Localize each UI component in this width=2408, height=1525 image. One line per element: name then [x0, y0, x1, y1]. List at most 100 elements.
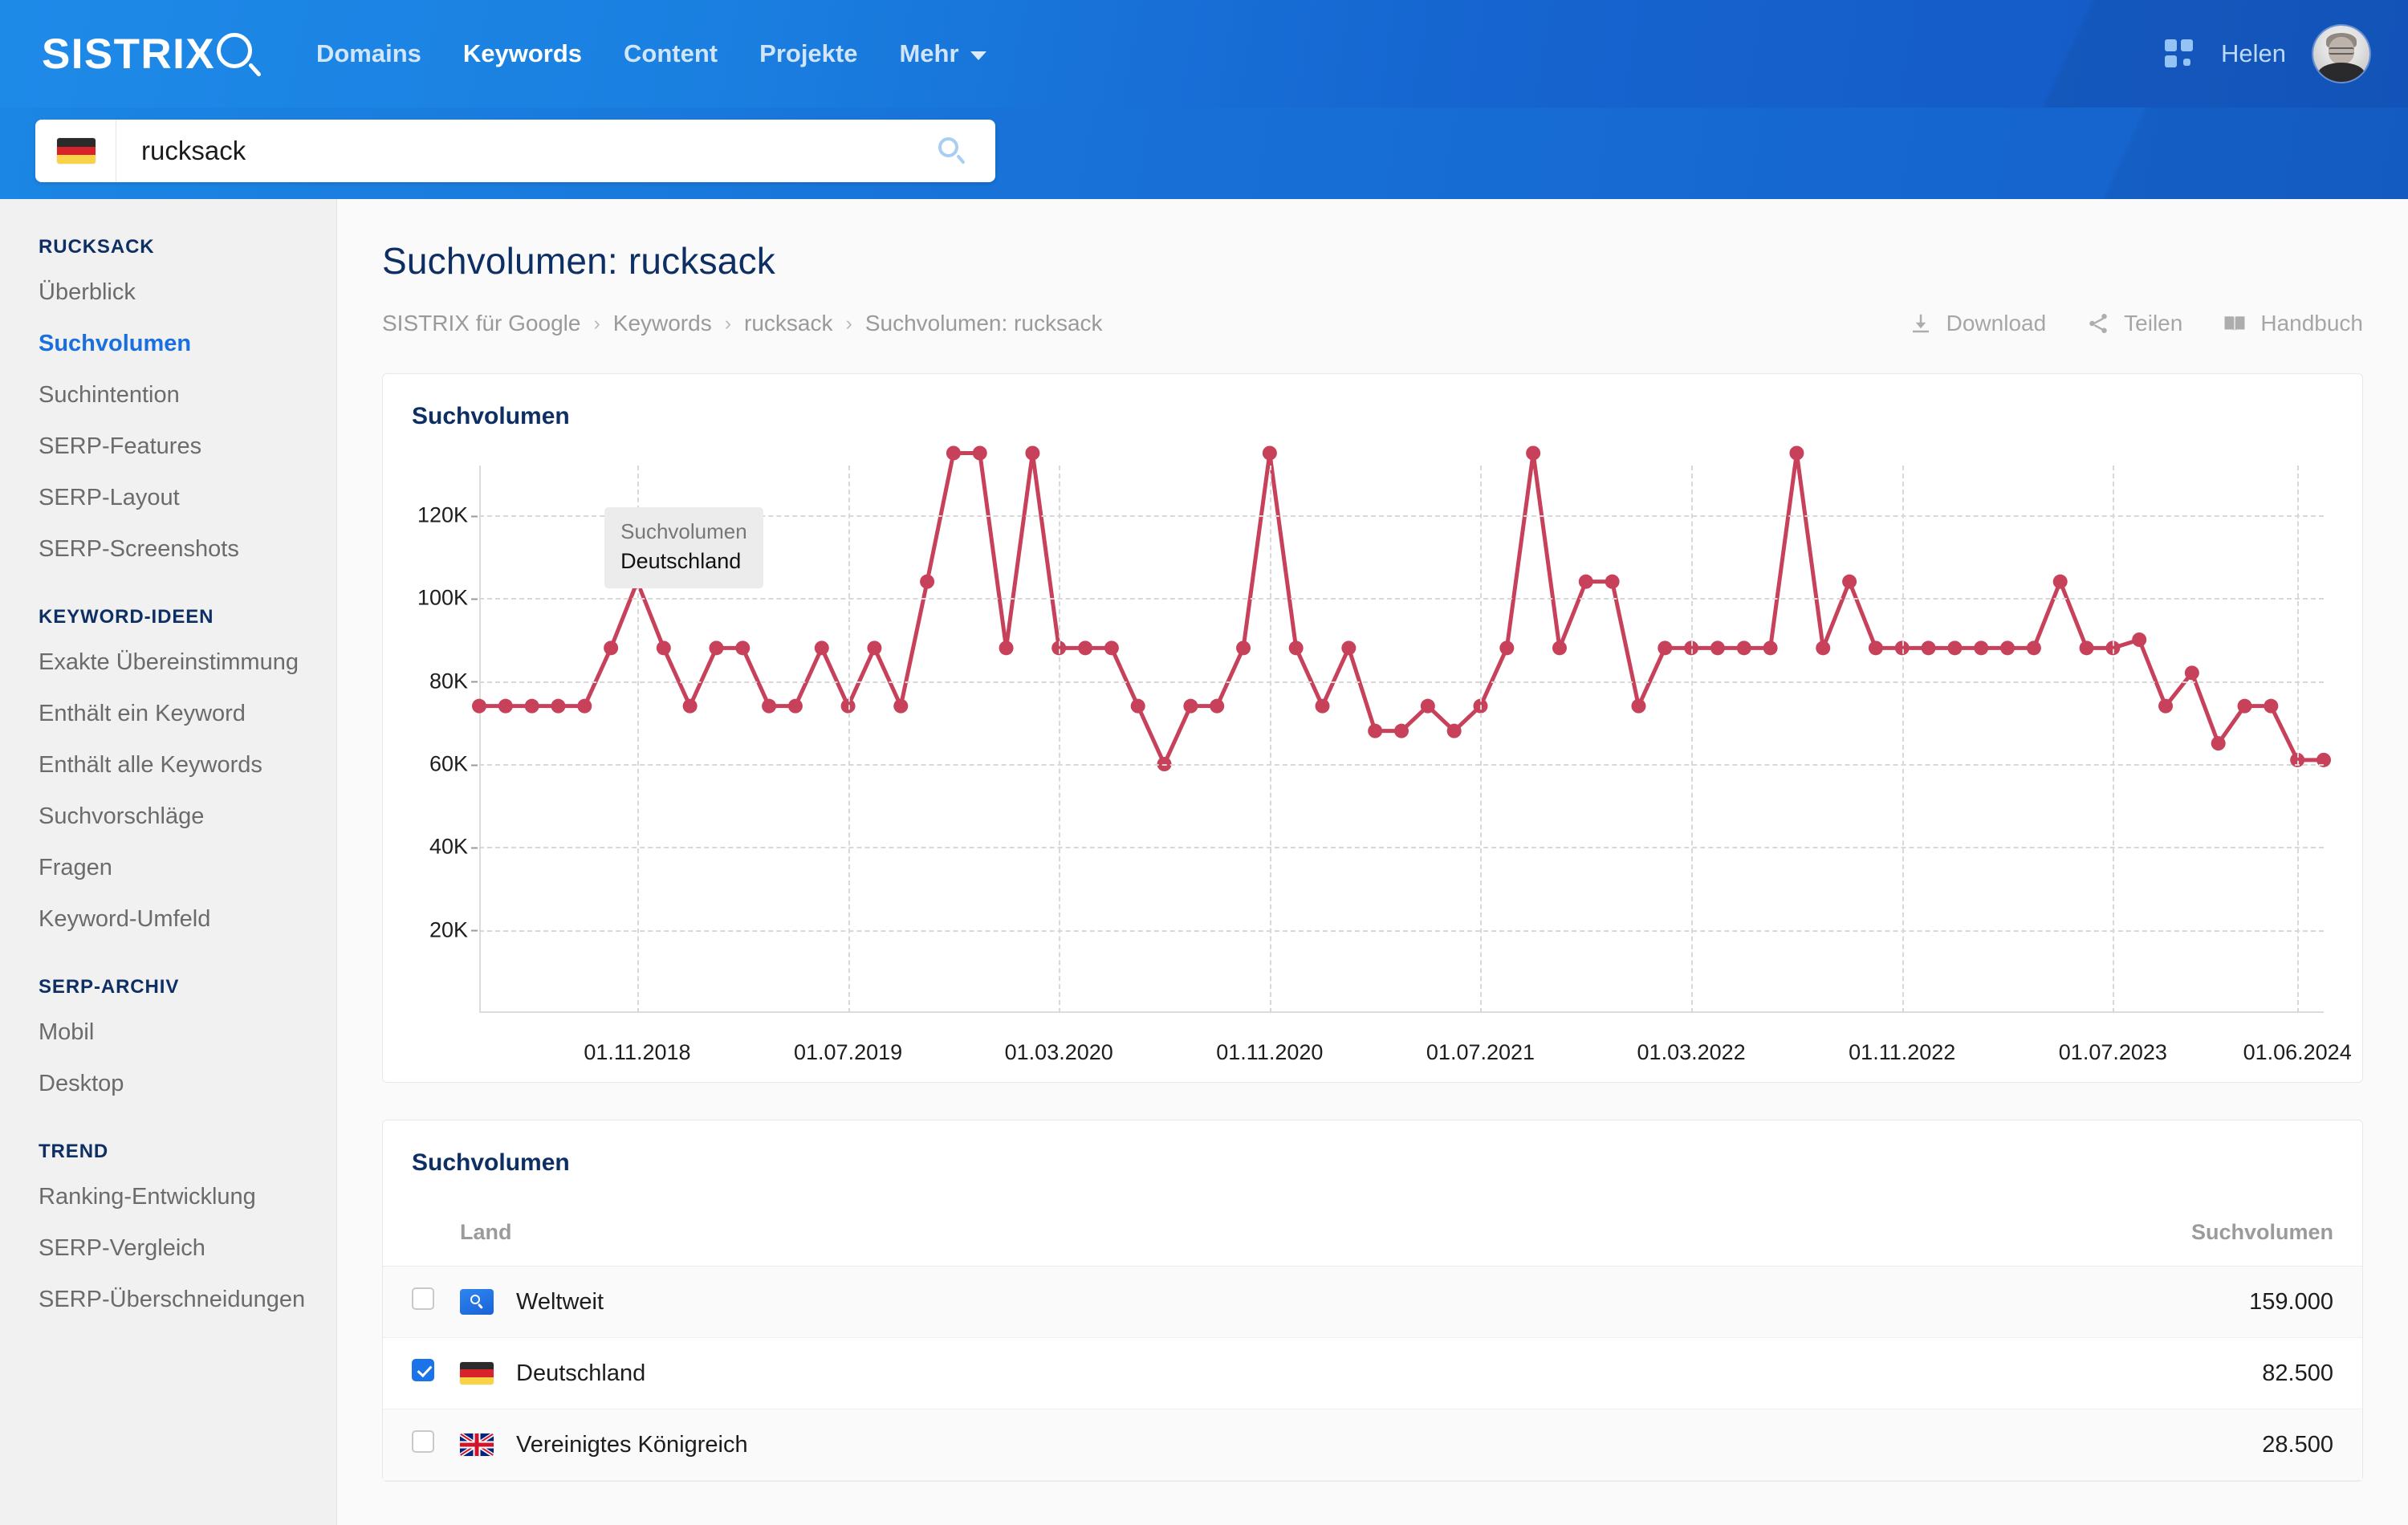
germany-flag-icon[interactable] — [57, 138, 96, 164]
share-button[interactable]: Teilen — [2086, 311, 2182, 336]
table-row[interactable]: Deutschland 82.500 — [383, 1337, 2362, 1409]
sidebar-item-serp-uberschneidungen[interactable]: SERP-Überschneidungen — [0, 1287, 336, 1313]
y-axis-tick-label: 80K — [429, 669, 478, 693]
gridline-vertical — [848, 466, 850, 1013]
logo-text: SISTRIX — [42, 30, 215, 78]
row-land-cell: Vereinigtes Königreich — [460, 1409, 1653, 1481]
sidebar-group-title: KEYWORD-IDEEN — [39, 606, 214, 628]
germany-flag-icon — [460, 1362, 494, 1385]
sidebar-group-rucksack: RUCKSACK Überblick Suchvolumen Suchinten… — [0, 236, 336, 563]
x-axis-tick-label: 01.11.2020 — [1216, 1040, 1324, 1064]
table-header-land[interactable]: Land — [460, 1204, 1653, 1267]
y-axis-tick-label: 120K — [417, 502, 478, 527]
search-volume-table: Land Suchvolumen Weltweit 159.000 Deutsc… — [383, 1204, 2362, 1481]
table-header-suchvolumen[interactable]: Suchvolumen — [1653, 1204, 2362, 1267]
row-land-label: Weltweit — [516, 1288, 604, 1315]
sidebar-item-enthalt-ein-keyword[interactable]: Enthält ein Keyword — [0, 701, 336, 727]
search-bar-region — [0, 108, 2408, 199]
gridline-vertical — [1691, 466, 1694, 1013]
download-button[interactable]: Download — [1909, 311, 2047, 336]
table-card-title: Suchvolumen — [412, 1149, 570, 1176]
sidebar-item-desktop[interactable]: Desktop — [0, 1071, 336, 1097]
username-label[interactable]: Helen — [2221, 39, 2286, 68]
breadcrumb-separator: › — [845, 311, 852, 335]
breadcrumb-item-rucksack[interactable]: rucksack — [744, 311, 832, 336]
search-input[interactable] — [116, 136, 938, 166]
download-label: Download — [1946, 311, 2047, 336]
search-icon[interactable] — [938, 136, 966, 165]
breadcrumb-item-keywords[interactable]: Keywords — [613, 311, 712, 336]
x-axis-tick-label: 01.07.2021 — [1426, 1040, 1536, 1064]
table-header-checkbox — [383, 1204, 460, 1267]
x-axis-tick-label: 01.03.2022 — [1637, 1040, 1746, 1064]
page-body: RUCKSACK Überblick Suchvolumen Suchinten… — [0, 199, 2408, 1525]
sistrix-logo[interactable]: SISTRIX — [42, 30, 262, 79]
table-header-row: Land Suchvolumen — [383, 1204, 2362, 1267]
sidebar-item-suchvorschlage[interactable]: Suchvorschläge — [0, 803, 336, 830]
sidebar-item-serp-layout[interactable]: SERP-Layout — [0, 485, 336, 511]
search-box[interactable] — [35, 120, 995, 182]
book-icon — [2223, 311, 2247, 336]
worldwide-icon — [460, 1289, 494, 1315]
nav-item-keywords[interactable]: Keywords — [463, 39, 582, 68]
tooltip-country-label: Deutschland — [620, 548, 742, 573]
table-row[interactable]: Weltweit 159.000 — [383, 1266, 2362, 1338]
row-land-label: Deutschland — [516, 1360, 646, 1386]
chart-tooltip: Suchvolumen Deutschland — [604, 506, 763, 588]
row-land-cell: Weltweit — [460, 1266, 1653, 1338]
nav-item-content[interactable]: Content — [624, 39, 718, 68]
breadcrumb-separator: › — [724, 311, 732, 335]
share-icon — [2086, 311, 2110, 336]
breadcrumb-separator: › — [593, 311, 600, 335]
chart-area: Suchvolumen Deutschland 20K 40K 60K 80K 100K… — [407, 445, 2352, 1082]
magnifier-icon — [216, 33, 262, 78]
sidebar-item-enthalt-alle-keywords[interactable]: Enthält alle Keywords — [0, 752, 336, 779]
table-row[interactable]: Vereinigtes Königreich 28.500 — [383, 1409, 2362, 1481]
breadcrumb-item-sistrix[interactable]: SISTRIX für Google — [382, 311, 580, 336]
sidebar-item-serp-screenshots[interactable]: SERP-Screenshots — [0, 536, 336, 563]
apps-grid-icon[interactable] — [2165, 39, 2194, 68]
download-icon — [1909, 311, 1933, 336]
row-checkbox-cell — [383, 1409, 460, 1481]
row-checkbox-cell — [383, 1337, 460, 1409]
main-nav: Domains Keywords Content Projekte Mehr — [316, 39, 986, 68]
chart-card: Suchvolumen Suchvolumen Deutschland 20K 4… — [382, 373, 2363, 1083]
chart-plot[interactable]: Suchvolumen Deutschland 20K 40K 60K 80K 100K… — [417, 445, 2352, 1064]
sidebar-item-mobil[interactable]: Mobil — [0, 1019, 336, 1046]
avatar[interactable] — [2313, 26, 2369, 82]
row-checkbox-weltweit[interactable] — [412, 1287, 434, 1310]
x-axis-tick-label: 01.11.2022 — [1849, 1040, 1956, 1064]
table-card: Suchvolumen Land Suchvolumen Weltweit 15… — [382, 1120, 2363, 1482]
sidebar-item-exakte-ubereinstimmung[interactable]: Exakte Übereinstimmung — [0, 649, 336, 676]
x-axis-tick-label: 01.03.2020 — [1004, 1040, 1113, 1064]
gridline-vertical — [2113, 466, 2115, 1013]
sidebar-item-fragen[interactable]: Fragen — [0, 855, 336, 881]
share-label: Teilen — [2124, 311, 2183, 336]
sidebar-item-suchvolumen[interactable]: Suchvolumen — [0, 331, 336, 357]
sidebar-item-serp-vergleich[interactable]: SERP-Vergleich — [0, 1235, 336, 1262]
gridline-horizontal — [479, 681, 2324, 683]
header-right-tools: Helen — [2165, 26, 2369, 82]
tooltip-series-label: Suchvolumen — [620, 518, 747, 543]
row-checkbox-deutschland[interactable] — [412, 1359, 434, 1381]
sidebar-item-ranking-entwicklung[interactable]: Ranking-Entwicklung — [0, 1184, 336, 1210]
gridline-vertical — [2297, 466, 2300, 1013]
sidebar-group-title: RUCKSACK — [39, 236, 155, 258]
sidebar-group-keyword-ideen: KEYWORD-IDEEN Exakte Übereinstimmung Ent… — [0, 606, 336, 933]
y-axis-tick-label: 100K — [417, 585, 478, 610]
nav-item-domains[interactable]: Domains — [316, 39, 421, 68]
page-actions: Download Teilen Handbuch — [1909, 311, 2363, 336]
x-axis-tick-label: 01.07.2019 — [794, 1040, 903, 1064]
sidebar-item-suchintention[interactable]: Suchintention — [0, 382, 336, 409]
nav-item-projekte[interactable]: Projekte — [759, 39, 857, 68]
sidebar-item-uberblick[interactable]: Überblick — [0, 279, 336, 306]
handbuch-button[interactable]: Handbuch — [2223, 311, 2363, 336]
sidebar-item-keyword-umfeld[interactable]: Keyword-Umfeld — [0, 906, 336, 933]
app-header: SISTRIX Domains Keywords Content Projekt… — [0, 0, 2408, 108]
breadcrumb-row: SISTRIX für Google › Keywords › rucksack… — [382, 311, 2363, 336]
sidebar-item-serp-features[interactable]: SERP-Features — [0, 433, 336, 460]
breadcrumb: SISTRIX für Google › Keywords › rucksack… — [382, 311, 1103, 336]
nav-item-mehr[interactable]: Mehr — [899, 39, 986, 68]
row-checkbox-vereinigtes-koenigreich[interactable] — [412, 1430, 434, 1453]
row-suchvolumen-uk: 28.500 — [1653, 1409, 2362, 1481]
